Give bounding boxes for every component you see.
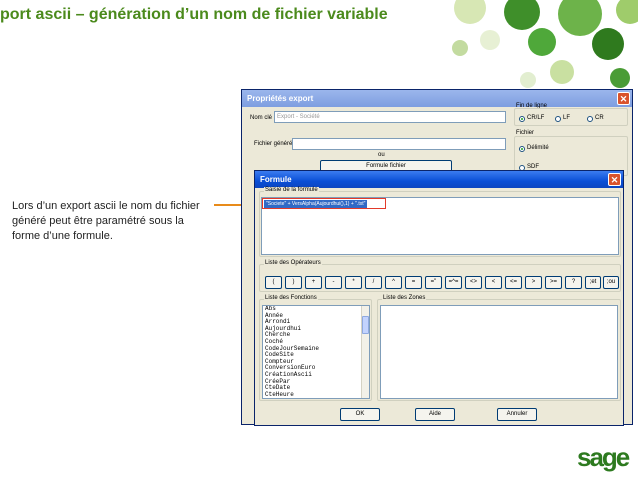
delimite-label: Délimité [527, 145, 549, 151]
functions-label: Liste des Fonctions [264, 295, 318, 301]
formula-dialog-title: Formule [260, 175, 292, 184]
cr-lf-radio[interactable] [519, 116, 525, 122]
operator-button[interactable]: - [325, 276, 342, 289]
operator-button[interactable]: <> [465, 276, 482, 289]
fichier-genere-field[interactable] [292, 138, 506, 150]
operator-button[interactable]: + [305, 276, 322, 289]
callout-text: Lors d’un export ascii le nom du fichier… [12, 200, 200, 242]
export-properties-title: Propriétés export [247, 94, 314, 103]
operator-button[interactable]: / [365, 276, 382, 289]
fichier-genere-label: Fichier généré [254, 141, 293, 147]
operator-button[interactable]: =" [425, 276, 442, 289]
formula-input[interactable]: "Societe" + VersAlpha(Aujourdhui(),1) + … [261, 197, 619, 255]
functions-scrollbar[interactable] [361, 306, 369, 398]
operator-button[interactable]: ;et [585, 276, 601, 289]
operators-group: Liste des Opérateurs ( ) + - * / ^ = =" … [259, 260, 621, 292]
saisie-group: Saisie de la formule "Societe" + VersAlp… [259, 187, 621, 257]
functions-list[interactable]: Abs Année Arrondi Aujourdhui Cherche Coc… [262, 305, 370, 399]
formula-highlight-box [262, 198, 386, 209]
functions-group: Liste des Fonctions Abs Année Arrondi Au… [259, 295, 372, 401]
nom-cle-field[interactable]: Export - Société [274, 111, 506, 123]
zones-group: Liste des Zones [377, 295, 621, 401]
operator-button[interactable]: ^ [385, 276, 402, 289]
annuler-button[interactable]: Annuler [497, 408, 537, 421]
operator-button[interactable]: < [485, 276, 502, 289]
formula-close-icon[interactable]: ✕ [608, 173, 621, 186]
zones-label: Liste des Zones [382, 295, 427, 301]
operator-button[interactable]: >= [545, 276, 562, 289]
ou-label: ou [378, 152, 385, 158]
operator-button[interactable]: ) [285, 276, 302, 289]
operator-button[interactable]: <= [505, 276, 522, 289]
lf-label: LF [563, 115, 571, 121]
cr-lf-label: CR/LF [527, 115, 545, 121]
formula-dialog-titlebar: Formule ✕ [255, 171, 623, 188]
operator-button[interactable]: = [405, 276, 422, 289]
operator-button[interactable]: =^= [445, 276, 462, 289]
ok-button[interactable]: OK [340, 408, 380, 421]
formula-dialog: Formule ✕ Saisie de la formule "Societe"… [254, 170, 624, 426]
operator-button[interactable]: * [345, 276, 362, 289]
leaves-decoration-icon [452, 0, 638, 88]
operator-button[interactable]: ( [265, 276, 282, 289]
operator-button[interactable]: ;ou [603, 276, 619, 289]
operator-button[interactable]: > [525, 276, 542, 289]
cr-radio[interactable] [587, 116, 593, 122]
function-item[interactable]: CteHeure [263, 391, 369, 398]
aide-button[interactable]: Aide [415, 408, 455, 421]
lf-radio[interactable] [555, 116, 561, 122]
delimite-radio[interactable] [519, 146, 525, 152]
fin-de-ligne-group: CR/LF LF CR [514, 108, 628, 126]
sage-logo: sage [577, 442, 630, 472]
operator-button[interactable]: ? [565, 276, 582, 289]
cr-label: CR [595, 115, 604, 121]
operators-label: Liste des Opérateurs [264, 260, 322, 266]
export-properties-titlebar: Propriétés export ✕ [242, 90, 632, 107]
close-icon[interactable]: ✕ [617, 92, 630, 105]
nom-cle-label: Nom clé [250, 115, 273, 121]
saisie-label: Saisie de la formule [264, 187, 319, 193]
functions-scroll-thumb[interactable] [362, 316, 369, 334]
zones-list[interactable] [380, 305, 618, 399]
slide-title: port ascii – génération d’un nom de fich… [0, 6, 388, 23]
